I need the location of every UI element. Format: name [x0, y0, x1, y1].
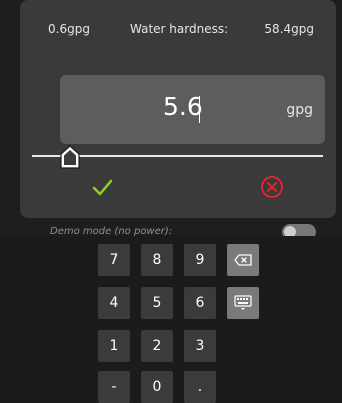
key-1[interactable]: 1 [98, 330, 130, 362]
value-input[interactable]: 5.6 gpg [60, 75, 325, 144]
confirm-button[interactable] [90, 175, 114, 199]
key-8[interactable]: 8 [141, 244, 173, 276]
key-0[interactable]: 0 [141, 371, 173, 403]
key-9[interactable]: 9 [184, 244, 216, 276]
value-text: 5.6 [163, 92, 203, 121]
slider-handle[interactable] [60, 145, 80, 169]
water-hardness-dialog: 0.6gpg Water hardness: 58.4gpg 5.6 gpg [20, 0, 336, 218]
demo-mode-toggle[interactable] [282, 224, 316, 236]
text-caret [199, 96, 200, 123]
demo-mode-label: Demo mode (no power): [50, 226, 173, 236]
key-6[interactable]: 6 [184, 287, 216, 319]
key-7[interactable]: 7 [98, 244, 130, 276]
key-3[interactable]: 3 [184, 330, 216, 362]
key-minus[interactable]: - [98, 371, 130, 403]
backspace-key[interactable] [227, 244, 259, 276]
key-2[interactable]: 2 [141, 330, 173, 362]
key-5[interactable]: 5 [141, 287, 173, 319]
unit-label: gpg [286, 102, 313, 118]
key-decimal[interactable]: . [184, 371, 216, 403]
keyboard-icon [234, 295, 252, 310]
cancel-button[interactable] [260, 175, 284, 199]
key-4[interactable]: 4 [98, 287, 130, 319]
range-min-label: 0.6gpg [48, 22, 90, 36]
range-max-label: 58.4gpg [264, 22, 314, 36]
range-row: 0.6gpg Water hardness: 58.4gpg [20, 22, 336, 42]
dialog-title: Water hardness: [130, 22, 229, 36]
backspace-icon [234, 254, 252, 266]
numeric-keypad: 7 8 9 4 5 6 1 2 3 - 0 . [0, 236, 342, 403]
demo-mode-row: Demo mode (no power): [20, 218, 336, 236]
keyboard-key[interactable] [227, 287, 259, 319]
